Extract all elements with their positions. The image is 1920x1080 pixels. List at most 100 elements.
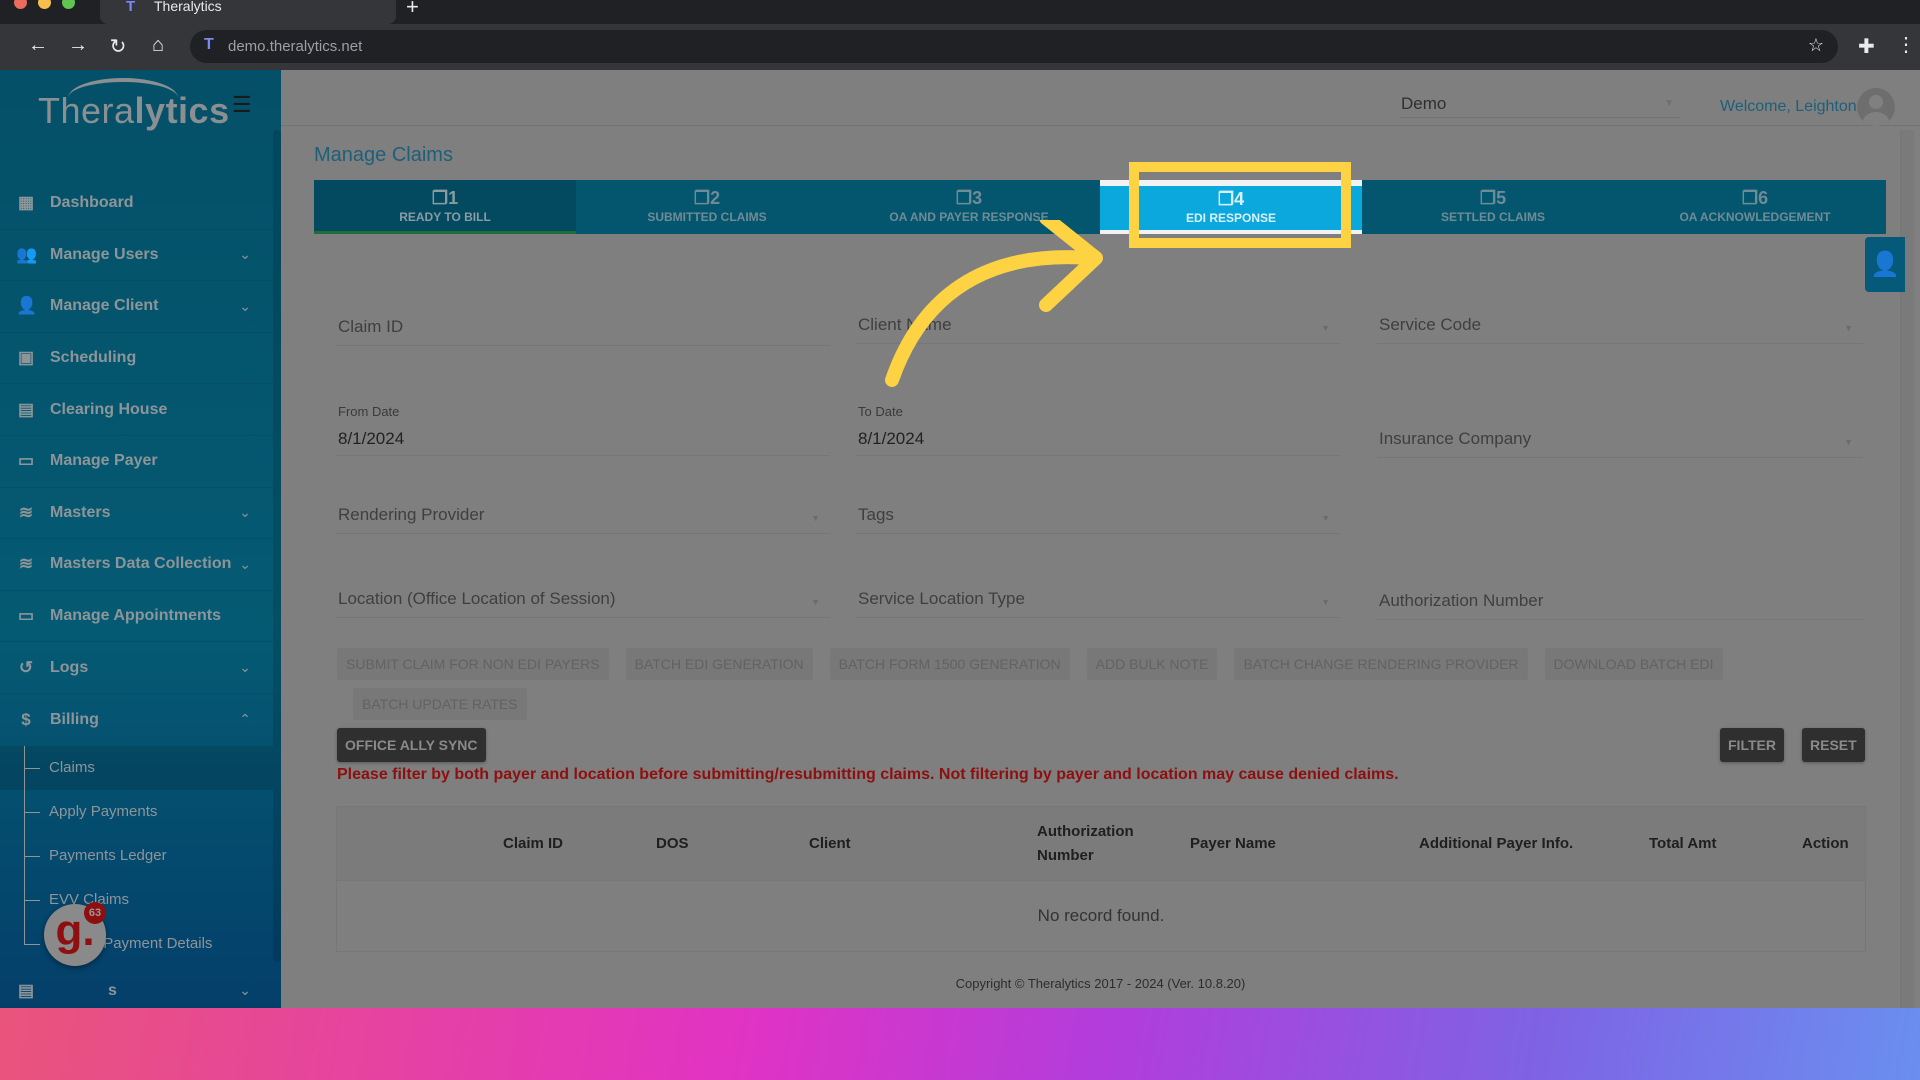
browser-tab[interactable]: T Theralytics bbox=[100, 0, 396, 24]
sidebar-item-label: s bbox=[108, 981, 117, 999]
table-header: Claim ID DOS Client Authorization Number… bbox=[337, 807, 1865, 881]
caret-down-icon: ▼ bbox=[1321, 323, 1330, 333]
user-support-side-button[interactable]: 👤 bbox=[1865, 237, 1905, 292]
download-batch-edi-button[interactable]: DOWNLOAD BATCH EDI bbox=[1544, 648, 1723, 680]
location-placeholder: Location (Office Location of Session) bbox=[338, 589, 616, 608]
theralytics-logo[interactable]: Theralytics bbox=[38, 90, 230, 132]
sidebar: Theralytics ☰ ▦ Dashboard 👥 Manage Users ⌄ … bbox=[0, 70, 281, 1069]
from-date-input[interactable]: From Date 8/1/2024 bbox=[336, 404, 830, 456]
back-arrow-icon[interactable]: ← bbox=[26, 34, 50, 57]
caret-down-icon: ▼ bbox=[1664, 98, 1674, 109]
sidebar-item-dashboard[interactable]: ▦ Dashboard bbox=[0, 178, 273, 230]
extensions-puzzle-icon[interactable]: ✚ bbox=[1858, 34, 1875, 59]
chevron-down-icon: ⌄ bbox=[239, 659, 251, 676]
sidebar-collapse-icon[interactable]: ☰ bbox=[232, 92, 252, 118]
reload-icon[interactable]: ↻ bbox=[106, 34, 130, 59]
batch-change-rendering-provider-button[interactable]: BATCH CHANGE RENDERING PROVIDER bbox=[1234, 648, 1528, 680]
chevron-down-icon: ⌄ bbox=[239, 297, 251, 314]
submit-claim-non-edi-button[interactable]: SUBMIT CLAIM FOR NON EDI PAYERS bbox=[337, 648, 609, 680]
add-bulk-note-button[interactable]: ADD BULK NOTE bbox=[1086, 648, 1218, 680]
reset-button[interactable]: RESET bbox=[1802, 728, 1865, 762]
column-header-additional-payer-info[interactable]: Additional Payer Info. bbox=[1419, 807, 1573, 881]
copyright-footer: Copyright © Theralytics 2017 - 2024 (Ver… bbox=[955, 976, 1246, 991]
new-tab-button[interactable]: + bbox=[406, 0, 419, 20]
column-header-total-amt[interactable]: Total Amt bbox=[1649, 807, 1717, 881]
sidebar-item-label: Masters bbox=[50, 503, 111, 521]
sidebar-item-billing[interactable]: $ Billing ⌃ bbox=[0, 694, 273, 746]
rendering-provider-select[interactable]: Rendering Provider ▼ bbox=[336, 494, 830, 534]
to-date-input[interactable]: To Date 8/1/2024 bbox=[856, 404, 1340, 456]
sidebar-subitem-applied-payment-details[interactable]: Applied Payment Details bbox=[0, 921, 273, 966]
sidebar-scrollbar[interactable] bbox=[273, 130, 281, 962]
chevron-down-icon: ⌄ bbox=[239, 246, 251, 263]
tab-oa-and-payer-response[interactable]: ❐3 OA AND PAYER RESPONSE bbox=[838, 180, 1100, 234]
company-select[interactable]: Demo ▼ bbox=[1400, 90, 1680, 118]
sidebar-item-masters[interactable]: ≋ Masters ⌄ bbox=[0, 488, 273, 540]
sidebar-item-label: Billing bbox=[50, 710, 99, 728]
sidebar-item-manage-client[interactable]: 👤 Manage Client ⌄ bbox=[0, 281, 273, 333]
column-header-action[interactable]: Action bbox=[1802, 807, 1849, 881]
filter-button[interactable]: FILTER bbox=[1720, 728, 1784, 762]
stack-2-icon: ❐2 bbox=[693, 188, 721, 208]
sidebar-item-manage-users[interactable]: 👥 Manage Users ⌄ bbox=[0, 230, 273, 282]
address-bar[interactable]: T demo.theralytics.net ☆ bbox=[190, 30, 1838, 63]
tags-select[interactable]: Tags ▼ bbox=[856, 494, 1340, 534]
sidebar-item-manage-appointments[interactable]: ▭ Manage Appointments bbox=[0, 591, 273, 643]
gradient-background-band bbox=[0, 1008, 1920, 1080]
url-text[interactable]: demo.theralytics.net bbox=[228, 38, 362, 55]
forward-arrow-icon[interactable]: → bbox=[66, 34, 90, 57]
sidebar-item-manage-payer[interactable]: ▭ Manage Payer bbox=[0, 436, 273, 488]
sidebar-item-clearing-house[interactable]: ▤ Clearing House bbox=[0, 384, 273, 436]
column-header-client[interactable]: Client bbox=[809, 807, 851, 881]
sidebar-item-logs[interactable]: ↺ Logs ⌄ bbox=[0, 642, 273, 694]
tags-placeholder: Tags bbox=[858, 505, 894, 524]
authorization-number-input[interactable]: Authorization Number bbox=[1377, 580, 1863, 620]
tab-submitted-claims[interactable]: ❐2 SUBMITTED CLAIMS bbox=[576, 180, 838, 234]
column-header-authorization-number[interactable]: Authorization Number bbox=[1037, 807, 1147, 881]
page-title: Manage Claims bbox=[314, 144, 453, 166]
insurance-company-select[interactable]: Insurance Company ▼ bbox=[1377, 416, 1863, 458]
tab-edi-response[interactable]: ❐4 EDI RESPONSE bbox=[1100, 180, 1362, 234]
client-name-select[interactable]: Client Name ▼ bbox=[856, 304, 1340, 344]
column-header-dos[interactable]: DOS bbox=[656, 807, 689, 881]
minimize-window-button[interactable] bbox=[38, 0, 51, 9]
tab-label: OA AND PAYER RESPONSE bbox=[889, 210, 1049, 224]
claim-id-input[interactable]: Claim ID bbox=[336, 306, 830, 346]
logo-text-light: Thera bbox=[38, 90, 135, 131]
to-date-value: 8/1/2024 bbox=[858, 429, 925, 448]
maximize-window-button[interactable] bbox=[62, 0, 75, 9]
caret-down-icon: ▼ bbox=[811, 597, 820, 607]
batch-form-1500-button[interactable]: BATCH FORM 1500 GENERATION bbox=[829, 648, 1070, 680]
location-select[interactable]: Location (Office Location of Session) ▼ bbox=[336, 578, 830, 618]
clipboard-icon: ▤ bbox=[17, 980, 35, 1000]
sidebar-item-scheduling[interactable]: ▣ Scheduling bbox=[0, 333, 273, 385]
sidebar-subitem-evv-claims[interactable]: EVV Claims bbox=[0, 877, 273, 922]
tab-ready-to-bill[interactable]: ❐1 READY TO BILL bbox=[314, 180, 576, 234]
appointments-panel-icon: ▭ bbox=[17, 606, 35, 626]
sidebar-item-label: Manage Payer bbox=[50, 452, 158, 470]
tab-settled-claims[interactable]: ❐5 SETTLED CLAIMS bbox=[1362, 180, 1624, 234]
chevron-down-icon: ⌄ bbox=[239, 982, 251, 999]
home-icon[interactable]: ⌂ bbox=[146, 34, 170, 57]
office-ally-sync-button[interactable]: OFFICE ALLY SYNC bbox=[337, 728, 486, 762]
user-avatar[interactable] bbox=[1857, 88, 1895, 126]
batch-edi-generation-button[interactable]: BATCH EDI GENERATION bbox=[625, 648, 813, 680]
batch-actions: SUBMIT CLAIM FOR NON EDI PAYERS BATCH ED… bbox=[337, 648, 1723, 680]
bookmark-star-icon[interactable]: ☆ bbox=[1808, 35, 1824, 56]
sidebar-subitem-payments-ledger[interactable]: Payments Ledger bbox=[0, 833, 273, 878]
column-header-claim-id[interactable]: Claim ID bbox=[503, 807, 563, 881]
tab-number: 6 bbox=[1758, 188, 1769, 208]
service-code-select[interactable]: Service Code ▼ bbox=[1377, 304, 1863, 344]
batch-update-rates-button[interactable]: BATCH UPDATE RATES bbox=[353, 688, 527, 720]
service-location-type-select[interactable]: Service Location Type ▼ bbox=[856, 578, 1340, 618]
sidebar-subitem-claims[interactable]: Claims bbox=[0, 745, 273, 790]
browser-menu-icon[interactable]: ⋮ bbox=[1896, 32, 1916, 57]
sidebar-subitem-apply-payments[interactable]: Apply Payments bbox=[0, 789, 273, 834]
column-header-payer-name[interactable]: Payer Name bbox=[1190, 807, 1276, 881]
browser-toolbar: ← → ↻ ⌂ T demo.theralytics.net ☆ ✚ ⋮ bbox=[0, 24, 1920, 70]
tab-oa-acknowledgement[interactable]: ❐6 OA ACKNOWLEDGEMENT bbox=[1624, 180, 1886, 234]
logo-text-bold: lytics bbox=[134, 90, 230, 131]
welcome-user-link[interactable]: Welcome, Leighton bbox=[1720, 98, 1857, 116]
sidebar-item-masters-data-collection[interactable]: ≋ Masters Data Collection ⌄ bbox=[0, 539, 273, 591]
close-window-button[interactable] bbox=[14, 0, 27, 9]
